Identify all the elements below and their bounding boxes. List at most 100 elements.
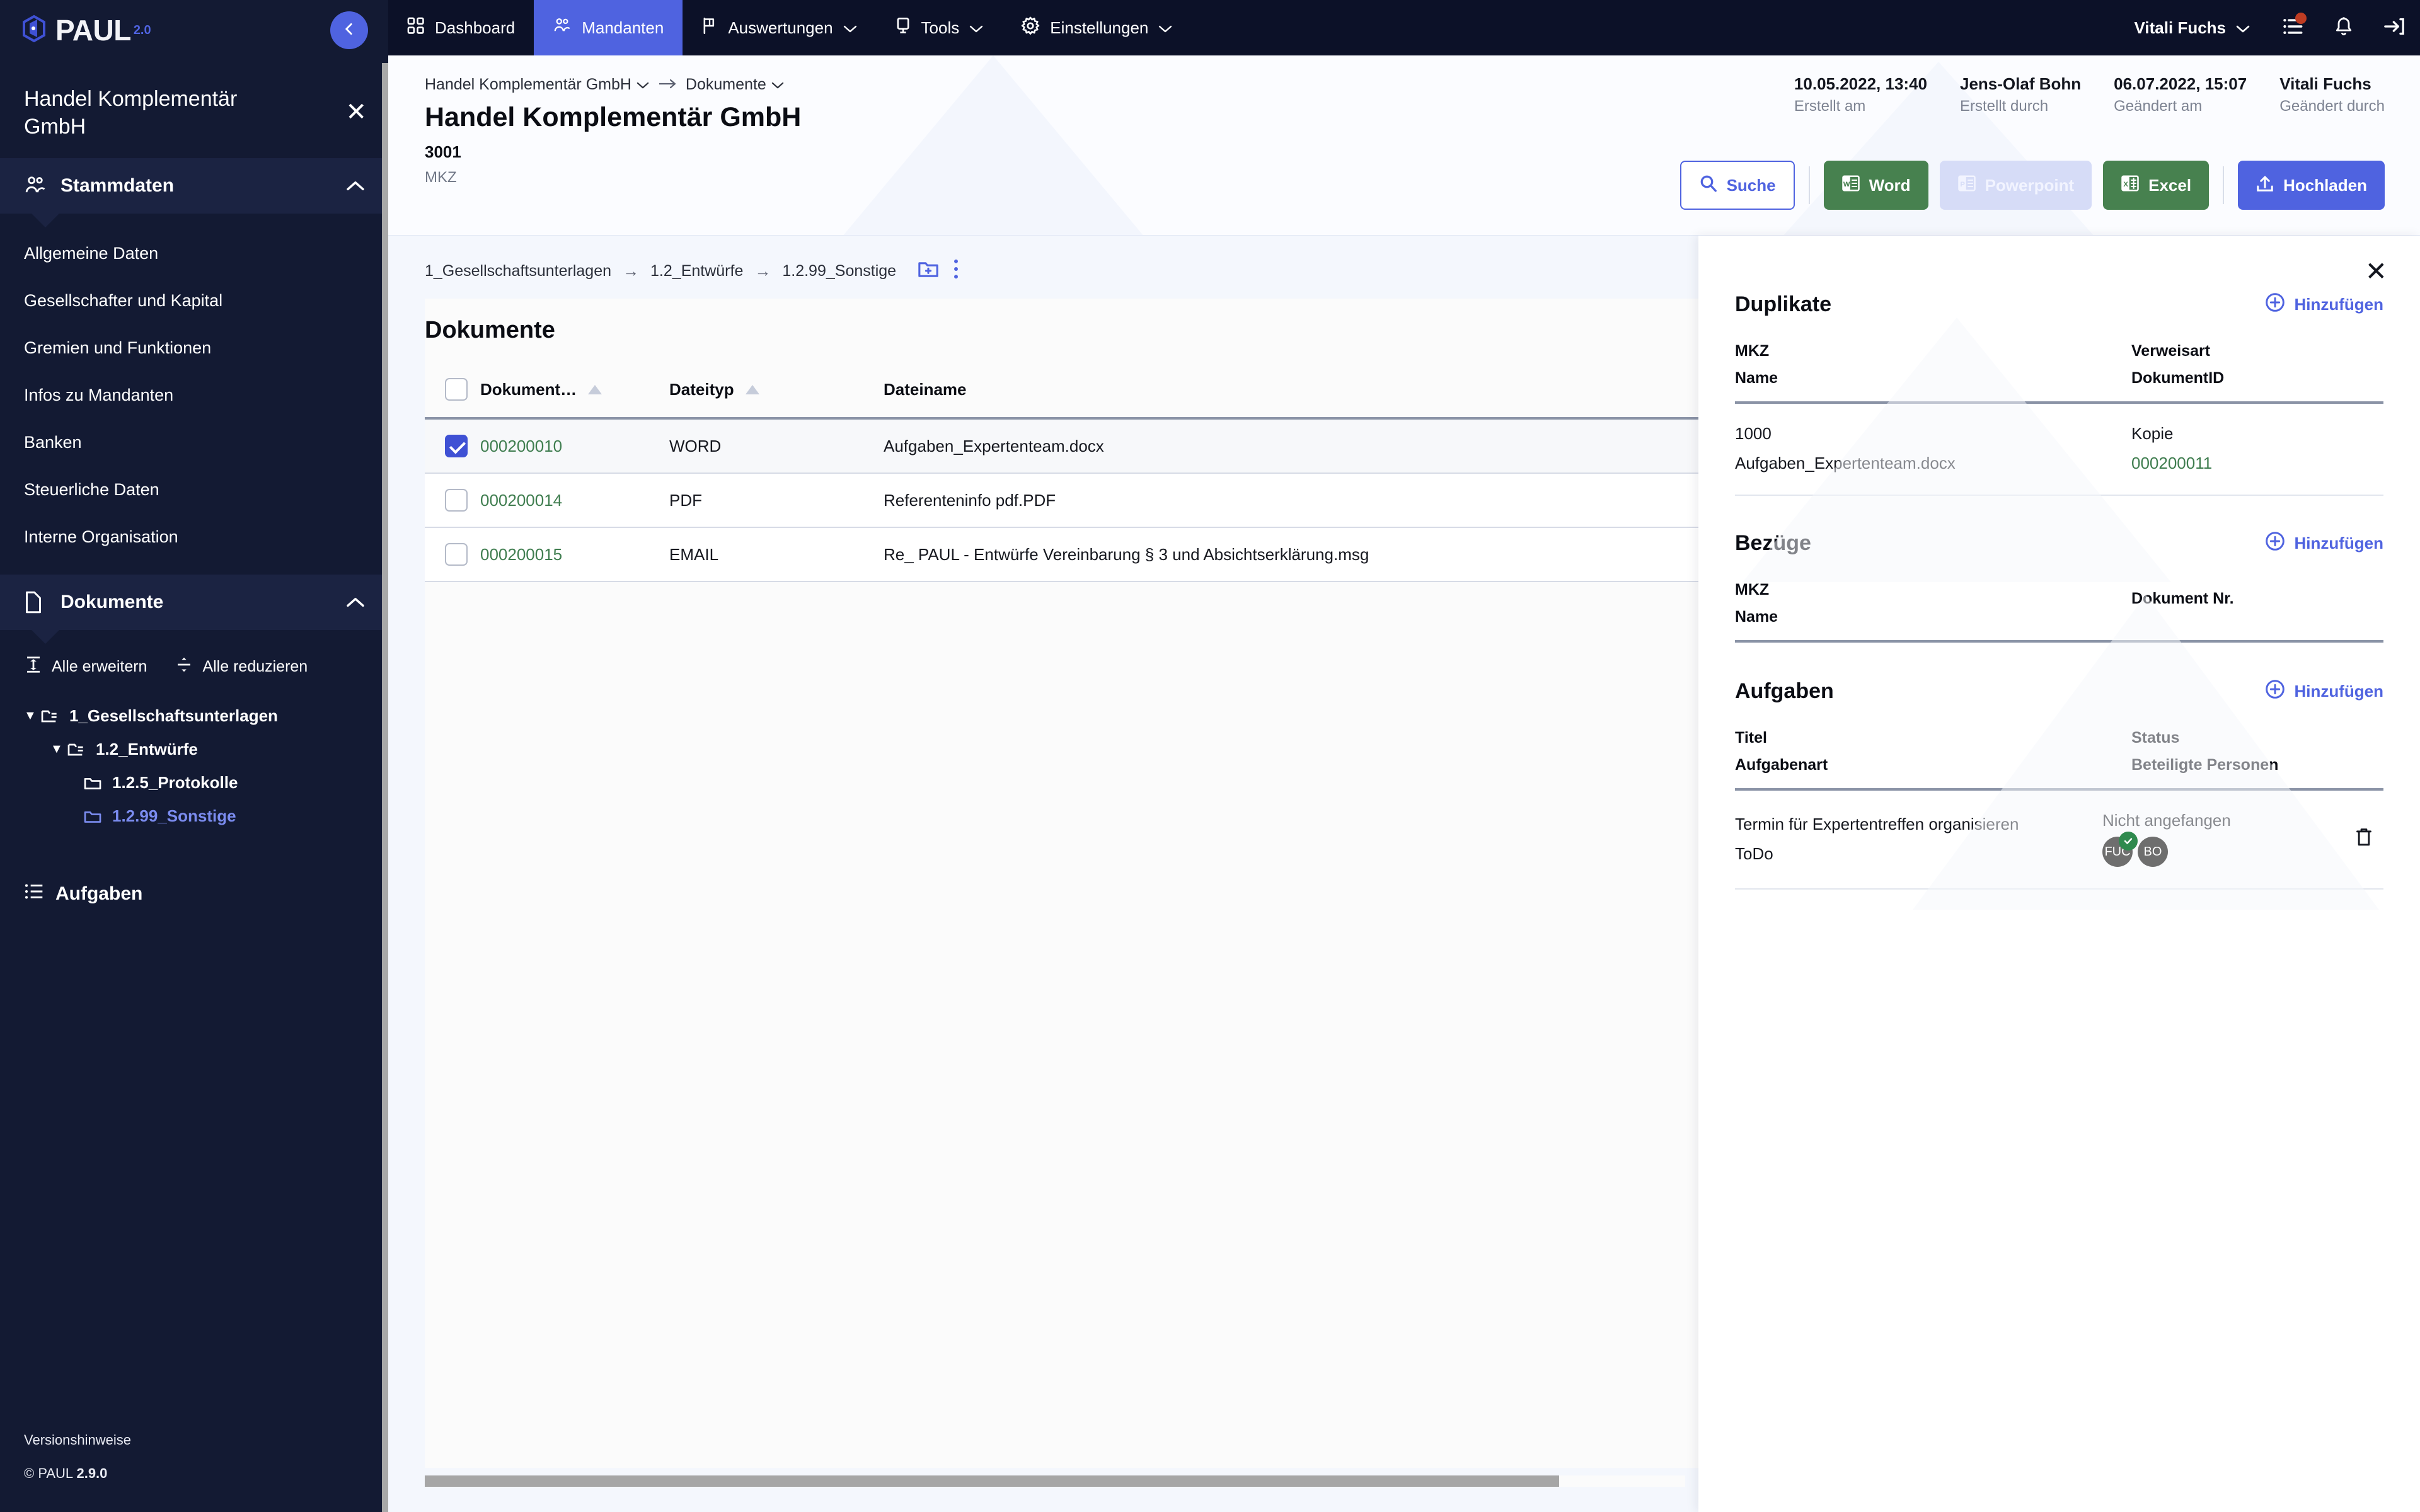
tree-node-1-2-5-protokolle[interactable]: 1.2.5_Protokolle xyxy=(83,773,388,793)
collapse-all-label: Alle reduzieren xyxy=(202,658,308,676)
bell-icon xyxy=(2334,16,2353,40)
caret-down-icon: ▼ xyxy=(24,709,37,723)
svg-text:W: W xyxy=(1843,181,1850,188)
top-navigation: Dashboard Mandanten Auswertungen Tools E… xyxy=(388,0,2420,55)
nav-item-tools[interactable]: Tools xyxy=(876,0,1003,55)
sidebar-item-gremien-und-funktionen[interactable]: Gremien und Funktionen xyxy=(0,324,388,372)
path-item-2[interactable]: 1.2.99_Sonstige xyxy=(782,262,896,280)
button-label: Word xyxy=(1869,175,1911,195)
sidebar-client-block: Handel Komplementär GmbH ✕ xyxy=(0,60,388,158)
sidebar-item-banken[interactable]: Banken xyxy=(0,419,388,466)
powerpoint-icon: P xyxy=(1957,174,1976,197)
meta-value: Vitali Fuchs xyxy=(2279,74,2371,93)
meta-changed-at: 06.07.2022, 15:07 Geändert am xyxy=(2081,74,2247,115)
people-icon xyxy=(24,176,49,196)
sort-ascending-icon xyxy=(588,384,602,394)
panel-close-button[interactable]: ✕ xyxy=(2365,258,2387,285)
cell-document-id[interactable]: 000200015 xyxy=(480,527,669,582)
logout-button[interactable] xyxy=(2368,0,2420,55)
cell-document-id[interactable]: 000200014 xyxy=(480,473,669,528)
tree-node-label: 1.2_Entwürfe xyxy=(96,740,198,759)
button-label: Powerpoint xyxy=(1985,175,2075,195)
sidebar-item-steuerliche-daten[interactable]: Steuerliche Daten xyxy=(0,466,388,513)
path-item-1[interactable]: 1.2_Entwürfe xyxy=(650,262,743,280)
horizontal-scrollbar-thumb[interactable] xyxy=(425,1475,1559,1487)
nav-item-dashboard[interactable]: Dashboard xyxy=(388,0,534,55)
button-label: Suche xyxy=(1726,175,1776,195)
nav-item-auswertungen[interactable]: Auswertungen xyxy=(683,0,875,55)
gear-icon xyxy=(1021,16,1040,40)
cell-file-type: PDF xyxy=(669,473,884,528)
new-folder-icon[interactable] xyxy=(918,260,939,283)
sidebar-collapse-button[interactable] xyxy=(330,11,368,49)
collapse-all-button[interactable]: Alle reduzieren xyxy=(175,655,308,679)
tree-node-1-2-entwuerfe[interactable]: ▼ 1.2_Entwürfe xyxy=(50,740,388,759)
avatar[interactable]: BO xyxy=(2138,837,2168,867)
avatar-initials: BO xyxy=(2143,844,2162,859)
tasklist-button[interactable] xyxy=(2267,0,2319,55)
meta-label: Geändert am xyxy=(2114,98,2203,115)
notification-badge xyxy=(2295,13,2307,24)
upload-button[interactable]: Hochladen xyxy=(2238,161,2385,210)
row-select-cell[interactable] xyxy=(425,473,480,528)
nav-item-mandanten[interactable]: Mandanten xyxy=(534,0,683,55)
plus-circle-icon xyxy=(2265,292,2285,317)
horizontal-scrollbar[interactable] xyxy=(425,1475,1685,1487)
folder-open-icon xyxy=(40,709,62,724)
expand-all-button[interactable]: Alle erweitern xyxy=(24,655,147,679)
document-id-link[interactable]: 000200014 xyxy=(480,491,562,510)
tree-node-1-gesellschaftsunterlagen[interactable]: ▼ 1_Gesellschaftsunterlagen xyxy=(24,706,388,726)
button-label: Excel xyxy=(2148,175,2192,195)
brand-name: PAUL xyxy=(55,14,131,47)
path-item-0[interactable]: 1_Gesellschaftsunterlagen xyxy=(425,262,611,280)
add-bezug-button[interactable]: Hinzufügen xyxy=(2265,531,2383,556)
section-title: Dokumente xyxy=(425,316,555,343)
select-all-checkbox[interactable] xyxy=(445,378,468,401)
user-menu-button[interactable]: Vitali Fuchs xyxy=(2117,0,2267,55)
sidebar-section-dokumente[interactable]: Dokumente xyxy=(0,575,388,644)
sidebar-section-title: Dokumente xyxy=(60,592,164,613)
row-select-cell[interactable] xyxy=(425,418,480,474)
svg-text:X: X xyxy=(2123,181,2128,188)
collapse-all-icon xyxy=(175,655,193,679)
search-button[interactable]: Suche xyxy=(1680,161,1795,210)
sidebar-item-gesellschafter-und-kapital[interactable]: Gesellschafter und Kapital xyxy=(0,277,388,324)
cell-document-id[interactable]: 000200010 xyxy=(480,418,669,474)
svg-text:P: P xyxy=(1960,181,1965,188)
add-duplikat-button[interactable]: Hinzufügen xyxy=(2265,292,2383,317)
sidebar-item-allgemeine-daten[interactable]: Allgemeine Daten xyxy=(0,230,388,277)
nav-item-label: Auswertungen xyxy=(728,18,833,37)
meta-label: Erstellt durch xyxy=(1960,98,2049,115)
row-checkbox[interactable] xyxy=(445,489,468,512)
excel-button[interactable]: X Excel xyxy=(2103,161,2210,210)
avatar[interactable]: FUC xyxy=(2102,832,2138,867)
more-vertical-icon[interactable] xyxy=(952,258,960,284)
sidebar-scrollbar[interactable] xyxy=(382,63,388,1512)
brand-logo[interactable]: PAUL 2.0 xyxy=(0,0,388,60)
sidebar-section-stammdaten[interactable]: Stammdaten xyxy=(0,158,388,228)
sidebar-section-aufgaben[interactable]: Aufgaben xyxy=(0,865,388,923)
sidebar-item-interne-organisation[interactable]: Interne Organisation xyxy=(0,513,388,561)
column-header-file-type[interactable]: Dateityp xyxy=(669,362,884,420)
tree-node-1-2-99-sonstige[interactable]: 1.2.99_Sonstige xyxy=(83,806,388,826)
word-button[interactable]: W Word xyxy=(1823,161,1928,210)
document-id-link[interactable]: 000200015 xyxy=(480,545,562,564)
row-select-cell[interactable] xyxy=(425,527,480,582)
chevron-left-icon xyxy=(341,21,357,40)
row-checkbox[interactable] xyxy=(445,435,468,457)
search-icon xyxy=(1699,174,1718,197)
breadcrumb-label: Handel Komplementär GmbH xyxy=(425,76,631,93)
arrow-right-icon: → xyxy=(754,261,771,280)
breadcrumb-item-client[interactable]: Handel Komplementär GmbH xyxy=(425,76,649,94)
nav-item-einstellungen[interactable]: Einstellungen xyxy=(1002,0,1191,55)
document-id-link[interactable]: 000200010 xyxy=(480,437,562,455)
breadcrumb-item-dokumente[interactable]: Dokumente xyxy=(686,76,784,94)
column-header-select-all[interactable] xyxy=(425,362,480,420)
release-notes-link[interactable]: Versionshinweise xyxy=(24,1424,131,1457)
notifications-button[interactable] xyxy=(2319,0,2368,55)
column-header-document-id[interactable]: Dokument… xyxy=(480,362,669,420)
row-checkbox[interactable] xyxy=(445,543,468,566)
sidebar-item-infos-zu-mandanten[interactable]: Infos zu Mandanten xyxy=(0,372,388,419)
meta-created-at: 10.05.2022, 13:40 Erstellt am xyxy=(1761,74,1927,115)
sidebar-client-close-button[interactable]: ✕ xyxy=(345,86,367,125)
